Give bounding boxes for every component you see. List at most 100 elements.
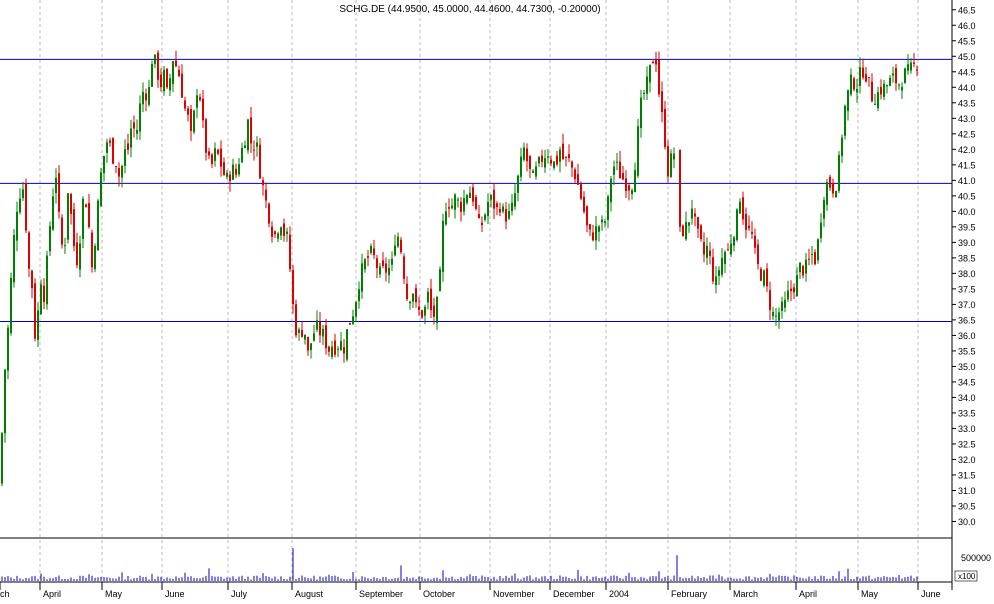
candle-body	[529, 155, 531, 169]
candle-body	[814, 252, 816, 265]
candle-body	[259, 144, 261, 179]
candle-body	[196, 95, 198, 108]
candle-body	[808, 258, 810, 260]
price-tick-label: 35.0	[958, 362, 976, 372]
price-tick-label: 33.5	[958, 408, 976, 418]
candle-body	[706, 245, 708, 258]
candle-body	[109, 140, 111, 143]
candle-body	[451, 205, 453, 209]
candle-body	[502, 206, 504, 212]
candle-body	[574, 169, 576, 180]
price-tick-label: 44.0	[958, 83, 976, 93]
candle-body	[1, 433, 3, 484]
candle-body	[142, 91, 144, 105]
candle-body	[229, 174, 231, 182]
candle-body	[577, 174, 579, 185]
candle-body	[226, 172, 228, 177]
candle-body	[367, 256, 369, 258]
candle-body	[439, 269, 441, 291]
candle-body	[586, 206, 588, 226]
candle-body	[121, 165, 123, 178]
candle-body	[868, 77, 870, 79]
time-axis-labels: ch April May June July August September October…	[0, 582, 941, 599]
candle-body	[541, 155, 543, 162]
candle-body	[829, 176, 831, 188]
time-axis-label: February	[671, 589, 708, 599]
candle-body	[73, 209, 75, 247]
candle-body	[832, 183, 834, 194]
candle-body	[169, 78, 171, 91]
candle-body	[19, 198, 21, 213]
candle-body	[730, 243, 732, 255]
candle-body	[388, 267, 390, 276]
candle-body	[415, 288, 417, 303]
candle-body	[262, 180, 264, 186]
candle-body	[124, 149, 126, 166]
candle-body	[865, 74, 867, 82]
price-tick-label: 32.0	[958, 455, 976, 465]
candle-body	[46, 255, 48, 305]
candle-body	[709, 250, 711, 256]
candle-body	[181, 73, 183, 98]
price-tick-label: 45.0	[958, 52, 976, 62]
candle-body	[301, 330, 303, 337]
candle-body	[268, 203, 270, 224]
candle-body	[628, 185, 630, 191]
candle-body	[499, 208, 501, 213]
candle-body	[307, 336, 309, 351]
candle-body	[379, 266, 381, 275]
candle-body	[571, 161, 573, 168]
candle-body	[238, 164, 240, 175]
candle-body	[490, 195, 492, 200]
price-tick-label: 37.5	[958, 284, 976, 294]
candle-body	[382, 260, 384, 266]
time-axis-label: April	[799, 589, 817, 599]
candle-body	[199, 97, 201, 101]
candle-body	[442, 220, 444, 272]
candle-body	[607, 196, 609, 220]
candle-body	[481, 222, 483, 226]
price-tick-label: 37.0	[958, 300, 976, 310]
candle-body	[403, 256, 405, 279]
candle-body	[31, 270, 33, 289]
candle-body	[565, 156, 567, 158]
candle-body	[316, 320, 318, 330]
candle-body	[757, 244, 759, 265]
candle-body	[523, 147, 525, 160]
candle-body	[466, 195, 468, 203]
time-axis-label: March	[733, 589, 758, 599]
candle-body	[319, 321, 321, 336]
candle-body	[241, 147, 243, 163]
price-tick-label: 45.5	[958, 36, 976, 46]
candle-body	[913, 62, 915, 64]
chart-title: SCHG.DE (44.9500, 45.0000, 44.4600, 44.7…	[339, 4, 600, 15]
price-tick-label: 40.5	[958, 191, 976, 201]
time-axis-label: July	[231, 589, 248, 599]
candle-body	[82, 198, 84, 239]
candle-body	[880, 86, 882, 95]
candle-body	[847, 90, 849, 111]
candle-body	[157, 52, 159, 80]
candle-body	[742, 197, 744, 220]
candle-body	[754, 235, 756, 248]
candle-body	[559, 149, 561, 162]
candle-body	[310, 343, 312, 350]
candle-body	[190, 109, 192, 131]
candle-body	[535, 166, 537, 177]
candle-body	[217, 149, 219, 154]
candle-body	[664, 108, 666, 148]
candle-body	[220, 148, 222, 167]
candle-body	[208, 151, 210, 156]
candle-body	[361, 263, 363, 292]
candle-body	[409, 301, 411, 304]
candle-body	[79, 243, 81, 270]
price-tick-label: 46.5	[958, 5, 976, 15]
candle-body	[772, 311, 774, 317]
candle-body	[784, 299, 786, 308]
candle-body	[313, 333, 315, 341]
candle-body	[910, 62, 912, 71]
candle-body	[355, 302, 357, 317]
candle-body	[373, 248, 375, 256]
candle-body	[460, 201, 462, 212]
candle-body	[883, 83, 885, 97]
